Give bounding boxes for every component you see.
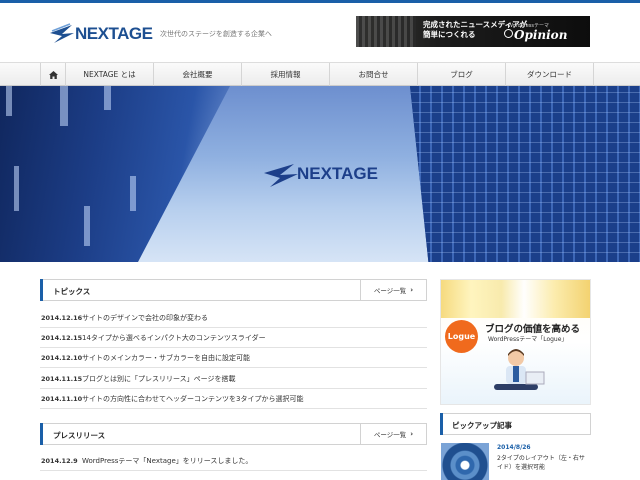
- news-title-link[interactable]: サイトのデザインで会社の印象が変わる: [82, 313, 208, 323]
- hero-logo-mark-icon: [264, 164, 298, 187]
- nav-item-download[interactable]: ダウンロード: [506, 63, 594, 86]
- topics-row[interactable]: 2014.12.16 サイトのデザインで会社の印象が変わる: [40, 308, 427, 328]
- site-logo[interactable]: NEXTAGE: [48, 21, 153, 47]
- news-title-link[interactable]: 14タイプから選べるインパクト大のコンテンツスライダー: [82, 333, 266, 343]
- news-date: 2014.12.15: [41, 333, 83, 342]
- topics-header: トピックス ページ一覧 ›: [40, 279, 427, 301]
- ad-person-illustration: [494, 349, 545, 390]
- news-title-link[interactable]: WordPressテーマ「Nextage」をリリースしました。: [82, 456, 252, 466]
- chevron-right-icon: ›: [410, 286, 414, 294]
- press-header: プレスリリース ページ一覧 ›: [40, 423, 427, 445]
- nav-item-about[interactable]: NEXTAGE とは: [66, 63, 154, 86]
- press-row[interactable]: 2014.12.9 WordPressテーマ「Nextage」をリリースしました…: [40, 451, 427, 471]
- nav-items: NEXTAGE とは 会社概要 採用情報 お問合せ ブログ ダウンロード: [40, 63, 594, 86]
- pickup-title: ピックアップ記事: [452, 421, 512, 430]
- site-tagline: 次世代のステージを創造する企業へ: [160, 30, 272, 38]
- topics-title: トピックス: [53, 287, 91, 296]
- pickup-header: ピックアップ記事: [440, 413, 591, 435]
- topics-row[interactable]: 2014.11.10 サイトの方向性に合わせてヘッダーコンテンツを3タイプから選…: [40, 389, 427, 409]
- news-title-link[interactable]: サイトの方向性に合わせてヘッダーコンテンツを3タイプから選択可能: [82, 394, 303, 404]
- news-date: 2014.12.10: [41, 353, 83, 362]
- news-date: 2014.12.16: [41, 313, 83, 322]
- site-header: NEXTAGE 次世代のステージを創造する企業へ 完成されたニュースメディアが …: [0, 3, 640, 62]
- chevron-right-icon: ›: [410, 430, 414, 438]
- opinion-banner-ad[interactable]: 完成されたニュースメディアが 簡単につくれる WordPressテーマ Opin…: [356, 16, 590, 47]
- press-title: プレスリリース: [53, 431, 106, 440]
- nav-item-blog[interactable]: ブログ: [418, 63, 506, 86]
- banner-badge-icon: [504, 29, 513, 38]
- topics-row[interactable]: 2014.11.15 ブログとは別に「プレスリリース」ページを搭載: [40, 369, 427, 389]
- home-icon: [48, 70, 58, 79]
- hero-building-left: [0, 86, 230, 262]
- logo-mark-icon: [50, 23, 74, 43]
- news-date: 2014.12.9: [41, 456, 78, 465]
- press-more-button[interactable]: ページ一覧 ›: [360, 424, 426, 444]
- news-date: 2014.11.10: [41, 394, 83, 403]
- logue-banner-ad[interactable]: Logue ブログの価値を高める WordPressテーマ「Logue」: [440, 279, 591, 405]
- sidebar: Logue ブログの価値を高める WordPressテーマ「Logue」 ピック…: [440, 262, 591, 480]
- ad-title: ブログの価値を高める: [485, 324, 581, 335]
- topics-row[interactable]: 2014.12.15 14タイプから選べるインパクト大のコンテンツスライダー: [40, 328, 427, 348]
- topics-more-label: ページ一覧: [373, 287, 407, 295]
- news-title-link[interactable]: サイトのメインカラー・サブカラーを自由に設定可能: [82, 353, 250, 363]
- news-date: 2014.11.15: [41, 374, 83, 383]
- topics-row[interactable]: 2014.12.10 サイトのメインカラー・サブカラーを自由に設定可能: [40, 348, 427, 368]
- news-title-link[interactable]: ブログとは別に「プレスリリース」ページを搭載: [82, 374, 236, 384]
- ad-flowers-image: [441, 280, 590, 318]
- nav-home[interactable]: [41, 63, 66, 86]
- hero-building-right: [410, 86, 640, 262]
- ad-subtitle: WordPressテーマ「Logue」: [488, 336, 568, 343]
- main-content: トピックス ページ一覧 › 2014.12.16 サイトのデザインで会社の印象が変…: [40, 262, 427, 480]
- pickup-date: 2014/8/26: [497, 444, 531, 451]
- pickup-item[interactable]: 2014/8/26 2タイプのレイアウト（左・右サイド）を選択可能: [440, 441, 591, 480]
- press-more-label: ページ一覧: [373, 431, 407, 439]
- topics-more-button[interactable]: ページ一覧 ›: [360, 280, 426, 300]
- nav-item-recruit[interactable]: 採用情報: [242, 63, 330, 86]
- pickup-title-link[interactable]: 2タイプのレイアウト（左・右サイド）を選択可能: [497, 454, 589, 472]
- nav-item-company[interactable]: 会社概要: [154, 63, 242, 86]
- hero-logo-text: NEXTAGE: [297, 164, 378, 183]
- nav-item-contact[interactable]: お問合せ: [330, 63, 418, 86]
- global-nav: NEXTAGE とは 会社概要 採用情報 お問合せ ブログ ダウンロード: [0, 62, 640, 86]
- banner-city-image: [356, 16, 416, 47]
- ad-badge: Logue: [445, 320, 478, 353]
- pickup-thumbnail[interactable]: [441, 443, 489, 480]
- logo-text: NEXTAGE: [75, 24, 153, 43]
- banner-product-name: Opinion: [514, 28, 568, 42]
